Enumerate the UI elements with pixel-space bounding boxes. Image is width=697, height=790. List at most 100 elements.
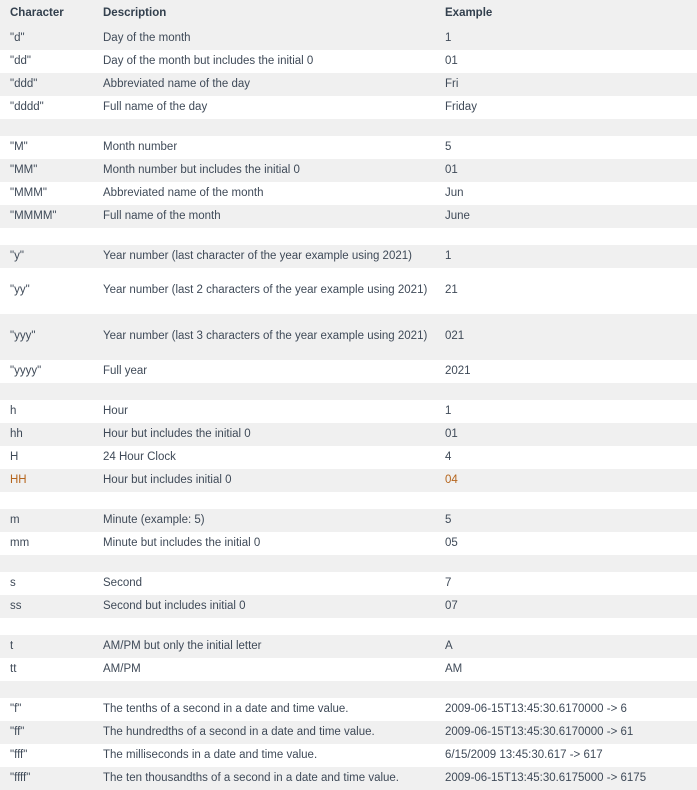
- cell-character: tt: [10, 662, 17, 675]
- cell-example: 1: [445, 404, 452, 417]
- cell-character: "MMM": [10, 186, 47, 199]
- cell-example: 5: [445, 140, 452, 153]
- separator-cell: [103, 618, 445, 635]
- cell-example: 07: [445, 599, 458, 612]
- cell-character: "f": [10, 702, 22, 715]
- table-group-separator: [0, 554, 697, 572]
- cell-example: 021: [445, 330, 465, 343]
- cell-character: "yyyy": [10, 364, 42, 377]
- cell-character: hh: [10, 427, 23, 440]
- cell-character: "ff": [10, 725, 25, 738]
- table-row: m Minute (example: 5) 5: [0, 508, 697, 532]
- cell-description: AM/PM but only the initial letter: [103, 639, 262, 652]
- cell-character: "fff": [10, 748, 28, 761]
- format-characters-table: Character Description Example "d" Day of …: [0, 0, 697, 790]
- table-row: "ff" The hundredths of a second in a date…: [0, 720, 697, 744]
- format-characters-table-container: Character Description Example "d" Day of …: [0, 0, 697, 790]
- cell-description: Hour: [103, 404, 128, 417]
- cell-example: June: [445, 209, 470, 222]
- cell-example: 1: [445, 31, 452, 44]
- separator-cell: [0, 618, 103, 635]
- cell-example: 7: [445, 576, 452, 589]
- column-header-character: Character: [10, 7, 64, 19]
- cell-example: 6/15/2009 13:45:30.617 -> 617: [445, 748, 603, 761]
- table-group-separator: [0, 382, 697, 400]
- separator-cell: [445, 681, 697, 698]
- cell-example: 2009-06-15T13:45:30.6170000 -> 6: [445, 702, 627, 715]
- cell-example: 04: [445, 473, 458, 486]
- cell-character: "MM": [10, 163, 38, 176]
- table-group-separator: [0, 227, 697, 245]
- cell-character: "dd": [10, 54, 31, 67]
- table-row: ss Second but includes initial 0 07: [0, 594, 697, 618]
- separator-cell: [445, 119, 697, 136]
- cell-description: Day of the month: [103, 31, 191, 44]
- cell-character: "yyy": [10, 330, 36, 343]
- separator-cell: [0, 492, 103, 509]
- cell-example: 4: [445, 450, 452, 463]
- table-row: mm Minute but includes the initial 0 05: [0, 531, 697, 555]
- cell-description: Full name of the day: [103, 100, 208, 113]
- cell-example: 2009-06-15T13:45:30.6175000 -> 6175: [445, 771, 647, 784]
- cell-example: 01: [445, 54, 458, 67]
- cell-example: 01: [445, 427, 458, 440]
- cell-example: 1: [445, 249, 452, 262]
- cell-character: "MMMM": [10, 209, 57, 222]
- table-body: "d" Day of the month 1 "dd" Day of the month…: [0, 26, 697, 790]
- cell-example: 01: [445, 163, 458, 176]
- table-header-row: Character Description Example: [0, 0, 697, 27]
- table-row: hh Hour but includes the initial 0 01: [0, 422, 697, 446]
- cell-character: "M": [10, 140, 28, 153]
- separator-cell: [103, 119, 445, 136]
- cell-description: Abbreviated name of the month: [103, 186, 264, 199]
- cell-description: Second but includes initial 0: [103, 599, 246, 612]
- cell-example: Jun: [445, 186, 464, 199]
- table-row: "yy" Year number (last 2 characters of th…: [0, 267, 697, 314]
- cell-character: "dddd": [10, 100, 44, 113]
- table-group-separator: [0, 617, 697, 635]
- cell-example: 05: [445, 536, 458, 549]
- cell-description: AM/PM: [103, 662, 141, 675]
- cell-example: Friday: [445, 100, 477, 113]
- table-row: h Hour 1: [0, 399, 697, 423]
- table-row: s Second 7: [0, 571, 697, 595]
- separator-cell: [445, 555, 697, 572]
- cell-example: 2009-06-15T13:45:30.6170000 -> 61: [445, 725, 634, 738]
- separator-cell: [0, 681, 103, 698]
- separator-cell: [0, 228, 103, 245]
- cell-description: The ten thousandths of a second in a dat…: [103, 771, 400, 784]
- separator-cell: [0, 383, 103, 400]
- cell-character: "ffff": [10, 771, 31, 784]
- cell-description: Minute but includes the initial 0: [103, 536, 261, 549]
- cell-character: "ddd": [10, 77, 38, 90]
- cell-character: HH: [10, 473, 27, 486]
- separator-cell: [445, 383, 697, 400]
- cell-example: Fri: [445, 77, 459, 90]
- cell-description: Minute (example: 5): [103, 513, 205, 526]
- separator-cell: [0, 119, 103, 136]
- cell-character: "d": [10, 31, 25, 44]
- cell-example: 21: [445, 284, 458, 297]
- table-row: "d" Day of the month 1: [0, 26, 697, 50]
- table-row: "y" Year number (last character of the ye…: [0, 244, 697, 268]
- cell-description: Second: [103, 576, 143, 589]
- table-row: "fff" The milliseconds in a date and time…: [0, 743, 697, 767]
- cell-description: Full name of the month: [103, 209, 221, 222]
- separator-cell: [103, 228, 445, 245]
- table-row: t AM/PM but only the initial letter A: [0, 634, 697, 658]
- table-row: HH Hour but includes initial 0 04: [0, 468, 697, 492]
- cell-character: s: [10, 576, 16, 589]
- separator-cell: [445, 492, 697, 509]
- cell-description: The tenths of a second in a date and tim…: [103, 702, 349, 715]
- cell-description: Full year: [103, 364, 148, 377]
- table-row: "MMMM" Full name of the month June: [0, 204, 697, 228]
- table-row: H 24 Hour Clock 4: [0, 445, 697, 469]
- table-row: "yyyy" Full year 2021: [0, 359, 697, 383]
- cell-character: m: [10, 513, 20, 526]
- table-header: Character Description Example: [0, 0, 697, 27]
- cell-description: Year number (last character of the year …: [103, 249, 412, 262]
- table-group-separator: [0, 118, 697, 136]
- cell-character: mm: [10, 536, 30, 549]
- cell-character: "y": [10, 249, 24, 262]
- table-row: "MM" Month number but includes the initia…: [0, 158, 697, 182]
